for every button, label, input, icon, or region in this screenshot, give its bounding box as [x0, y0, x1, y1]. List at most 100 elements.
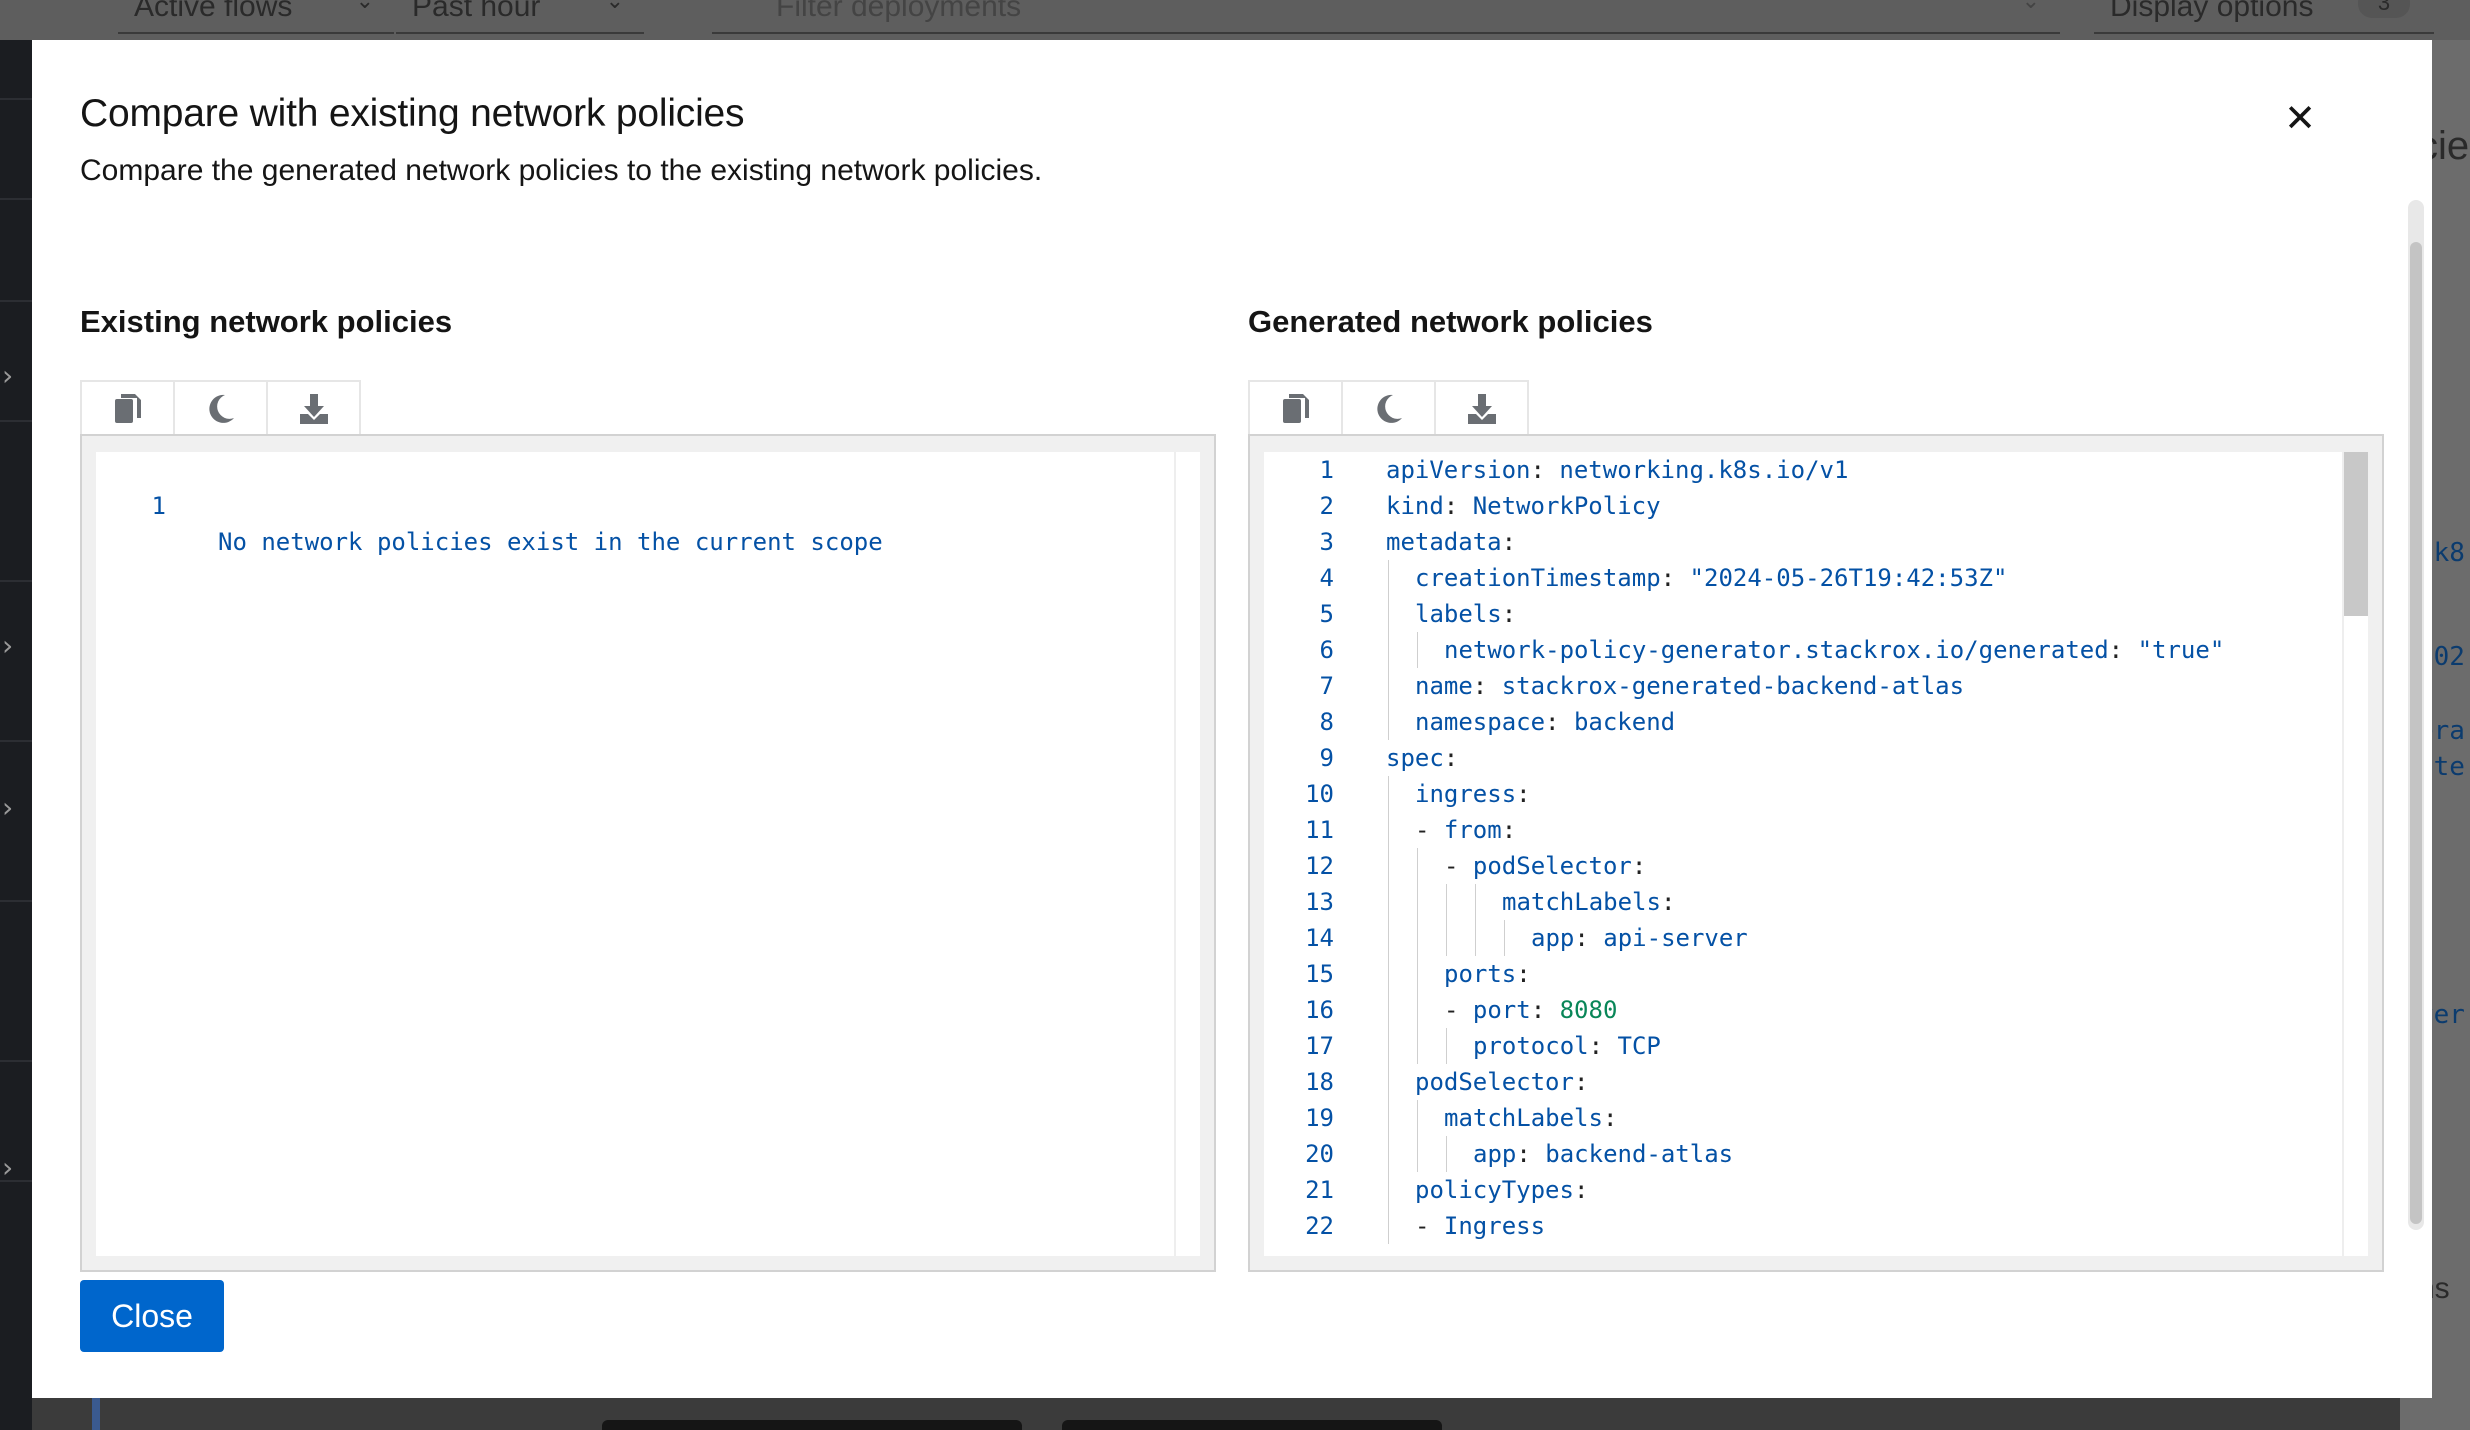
- yaml-key: kind: [1386, 492, 1444, 520]
- indent-guide: [1388, 920, 1389, 956]
- code-line: 4 creationTimestamp: "2024-05-26T19:42:53…: [1264, 560, 2368, 596]
- generated-editor-scrollbar[interactable]: [2342, 452, 2368, 1256]
- line-number: 5: [1319, 600, 1334, 628]
- indent-guide: [1388, 848, 1389, 884]
- code-line: 18 podSelector:: [1264, 1064, 2368, 1100]
- indent-guide: [1417, 956, 1418, 992]
- yaml-value: stackrox-generated-backend-atlas: [1501, 672, 1965, 700]
- yaml-colon: :: [1602, 1104, 1618, 1132]
- list-dash: -: [1444, 996, 1473, 1024]
- yaml-key: matchLabels: [1444, 1104, 1603, 1132]
- yaml-key: app: [1531, 924, 1575, 952]
- code-line: 19 matchLabels:: [1264, 1100, 2368, 1136]
- close-button[interactable]: Close: [80, 1280, 224, 1352]
- bg-time-select-label: Past hour: [412, 0, 541, 23]
- code-line: 7 name: stackrox-generated-backend-atlas: [1264, 668, 2368, 704]
- yaml-colon: :: [1573, 1068, 1589, 1096]
- line-text: app: backend-atlas: [1473, 1136, 1733, 1172]
- existing-dark-mode-button[interactable]: [173, 380, 268, 436]
- code-line: 12 - podSelector:: [1264, 848, 2368, 884]
- line-number: 19: [1305, 1104, 1334, 1132]
- indent-guide: [1388, 776, 1389, 812]
- generated-download-button[interactable]: [1434, 380, 1529, 436]
- indent-guide: [1417, 1136, 1418, 1172]
- modal-scrollbar-thumb[interactable]: [2410, 242, 2422, 1224]
- chevron-down-icon: ⌄: [2021, 0, 2040, 13]
- indent-guide: [1475, 884, 1476, 920]
- indent-guide: [1417, 992, 1418, 1028]
- generated-editor-scrollbar-thumb[interactable]: [2344, 452, 2368, 616]
- code-line: 6 network-policy-generator.stackrox.io/ge…: [1264, 632, 2368, 668]
- code-line: 16 - port: 8080: [1264, 992, 2368, 1028]
- yaml-key: creationTimestamp: [1415, 564, 1661, 592]
- yaml-colon: :: [1443, 744, 1459, 772]
- existing-policies-editor[interactable]: 1 No network policies exist in the curre…: [80, 434, 1216, 1272]
- indent-guide: [1417, 920, 1418, 956]
- modal-scrollbar[interactable]: [2408, 200, 2424, 1230]
- yaml-key: metadata: [1386, 528, 1502, 556]
- generated-editor-toolbar: [1248, 380, 1529, 436]
- line-number: 10: [1305, 780, 1334, 808]
- line-text: - podSelector:: [1444, 848, 1646, 884]
- yaml-key: ports: [1444, 960, 1517, 988]
- line-number: 21: [1305, 1176, 1334, 1204]
- generated-dark-mode-button[interactable]: [1341, 380, 1436, 436]
- yaml-key: matchLabels: [1502, 888, 1661, 916]
- compare-policies-modal: Compare with existing network policies C…: [32, 40, 2432, 1398]
- chevron-right-icon: ›: [2, 629, 14, 662]
- line-number: 3: [1319, 528, 1334, 556]
- yaml-key: podSelector: [1415, 1068, 1574, 1096]
- yaml-key: labels: [1415, 600, 1502, 628]
- line-text: podSelector:: [1415, 1064, 1588, 1100]
- line-number: 22: [1305, 1212, 1334, 1240]
- existing-editor-scrollbar[interactable]: [1174, 452, 1200, 1256]
- line-text: app: api-server: [1531, 920, 1748, 956]
- line-text: No network policies exist in the current…: [218, 528, 883, 556]
- list-dash: -: [1444, 852, 1473, 880]
- existing-code-area[interactable]: 1 No network policies exist in the curre…: [96, 452, 1200, 1256]
- code-line: 15 ports:: [1264, 956, 2368, 992]
- yaml-colon: :: [1516, 960, 1531, 988]
- code-line: 10 ingress:: [1264, 776, 2368, 812]
- indent-guide: [1388, 632, 1389, 668]
- code-line: 14 app: api-server: [1264, 920, 2368, 956]
- indent-guide: [1446, 884, 1447, 920]
- indent-guide: [1388, 704, 1389, 740]
- line-number: 16: [1305, 996, 1334, 1024]
- line-text: ingress:: [1415, 776, 1531, 812]
- bg-filter-input: Filter deployments ⌄: [712, 0, 2060, 34]
- close-icon[interactable]: ✕: [2280, 98, 2320, 138]
- yaml-value: "true": [2137, 636, 2225, 664]
- line-number: 4: [1319, 564, 1334, 592]
- yaml-key: port: [1472, 996, 1531, 1024]
- yaml-key: name: [1415, 672, 1473, 700]
- line-number: 15: [1305, 960, 1334, 988]
- indent-guide: [1417, 884, 1418, 920]
- yaml-value: backend: [1573, 708, 1676, 736]
- line-number: 17: [1305, 1032, 1334, 1060]
- yaml-value: "2024-05-26T19:42:53Z": [1689, 564, 2008, 592]
- indent-guide: [1388, 1028, 1389, 1064]
- indent-guide: [1388, 884, 1389, 920]
- indent-guide: [1388, 1172, 1389, 1208]
- yaml-key: namespace: [1415, 708, 1546, 736]
- line-number: 14: [1305, 924, 1334, 952]
- existing-copy-button[interactable]: [80, 380, 175, 436]
- yaml-value: networking.k8s.io/v1: [1559, 456, 1849, 484]
- yaml-colon: :: [1574, 924, 1589, 952]
- background-toolbar: Active flows ⌄ Past hour ⌄ Filter deploy…: [0, 0, 2470, 42]
- line-text: network-policy-generator.stackrox.io/gen…: [1444, 632, 2224, 668]
- yaml-colon: :: [1516, 780, 1531, 808]
- line-number: 18: [1305, 1068, 1334, 1096]
- bg-time-select: Past hour ⌄: [396, 0, 644, 34]
- generated-code-area[interactable]: 1 apiVersion: networking.k8s.io/v1 2 kind: …: [1264, 452, 2368, 1256]
- generated-policies-editor[interactable]: 1 apiVersion: networking.k8s.io/v1 2 kind: …: [1248, 434, 2384, 1272]
- line-number: 11: [1305, 816, 1334, 844]
- generated-copy-button[interactable]: [1248, 380, 1343, 436]
- yaml-colon: :: [1588, 1032, 1604, 1060]
- line-text: creationTimestamp: "2024-05-26T19:42:53Z…: [1415, 560, 2007, 596]
- existing-download-button[interactable]: [266, 380, 361, 436]
- code-line: 2 kind: NetworkPolicy: [1264, 488, 2368, 524]
- indent-guide: [1388, 560, 1389, 596]
- indent-guide: [1388, 992, 1389, 1028]
